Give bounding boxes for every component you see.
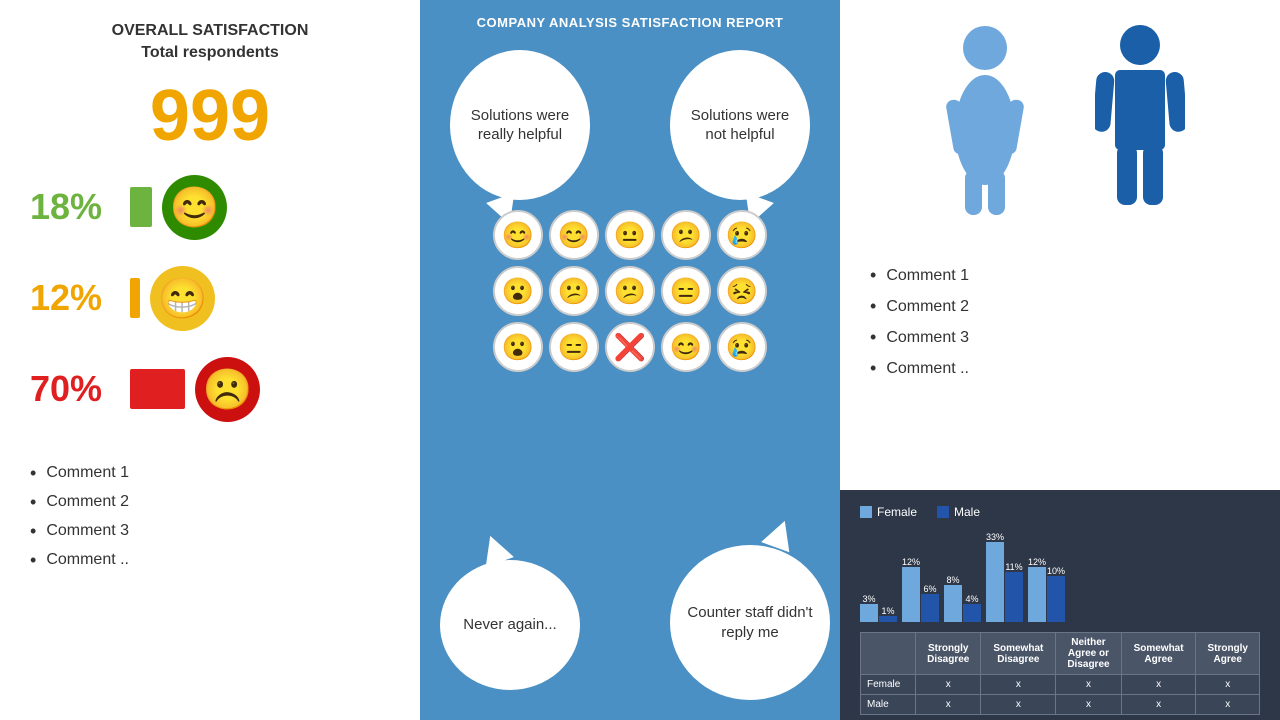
emoji-5: 😢 [717, 210, 767, 260]
bubble-bottom-left: Never again... [440, 560, 580, 690]
overall-title: OVERALL SATISFACTION Total respondents [30, 20, 390, 65]
male-swa: x [1121, 695, 1196, 715]
right-panel: • Comment 1 • Comment 2 • Comment 3 • Co… [840, 0, 1280, 720]
bar-female-2 [902, 567, 920, 622]
bar-female-5 [1028, 567, 1046, 622]
emoji-9: 😑 [661, 266, 711, 316]
bubble-top-right: Solutions were not helpful [670, 50, 810, 200]
bar-male-4 [1005, 572, 1023, 622]
middle-title: COMPANY ANALYSIS SATISFACTION REPORT [435, 15, 825, 30]
female-swa: x [1121, 675, 1196, 695]
bar-red [130, 369, 185, 409]
total-number: 999 [30, 80, 390, 152]
bar-female-1 [860, 604, 878, 622]
bar-male-1 [879, 616, 897, 622]
bar-male-5 [1047, 576, 1065, 622]
row-label-female: Female [861, 675, 916, 695]
left-comment-2: • Comment 2 [30, 492, 390, 513]
male-n: x [1056, 695, 1122, 715]
satisfaction-row-yellow: 12% 😁 [30, 266, 390, 331]
right-comment-2: • Comment 2 [870, 296, 1250, 317]
satisfaction-row-green: 18% 😊 [30, 175, 390, 240]
male-swd: x [981, 695, 1056, 715]
satisfaction-row-red: 70% ☹️ [30, 357, 390, 422]
chart-group-5: 12% 10% [1028, 557, 1065, 622]
face-happy: 😊 [162, 175, 227, 240]
emoji-4: 😕 [661, 210, 711, 260]
emoji-15: 😢 [717, 322, 767, 372]
pct-green: 18% [30, 186, 120, 228]
right-comment-3: • Comment 3 [870, 327, 1250, 348]
bubble-top-left: Solutions were really helpful [450, 50, 590, 200]
pct-yellow: 12% [30, 277, 120, 319]
bar-chart: 3% 1% 12% 6% [860, 527, 1260, 627]
emoji-13: ❌ [605, 322, 655, 372]
male-figure [1095, 20, 1185, 220]
emoji-1: 😊 [493, 210, 543, 260]
chart-section: Female Male 3% 1% [840, 490, 1280, 720]
emoji-7: 😕 [549, 266, 599, 316]
emoji-11: 😮 [493, 322, 543, 372]
male-sd: x [915, 695, 981, 715]
emoji-8: 😕 [605, 266, 655, 316]
female-sa: x [1196, 675, 1260, 695]
legend-dot-male [937, 506, 949, 518]
chart-group-1: 3% 1% [860, 594, 897, 622]
female-sd: x [915, 675, 981, 695]
bar-male-3 [963, 604, 981, 622]
table-row-male: Male x x x x x [861, 695, 1260, 715]
bar-green [130, 187, 152, 227]
emoji-3: 😐 [605, 210, 655, 260]
right-comment-1: • Comment 1 [870, 265, 1250, 286]
emoji-10: 😣 [717, 266, 767, 316]
male-icon [1095, 20, 1185, 220]
face-neutral: 😁 [150, 266, 215, 331]
female-n: x [1056, 675, 1122, 695]
col-header-empty [861, 633, 916, 675]
gender-figures [870, 20, 1250, 220]
left-comments-section: • Comment 1 • Comment 2 • Comment 3 • Co… [30, 455, 390, 579]
right-comments: • Comment 1 • Comment 2 • Comment 3 • Co… [870, 255, 1250, 389]
left-panel: OVERALL SATISFACTION Total respondents 9… [0, 0, 420, 720]
col-header-strongly-agree: StronglyAgree [1196, 633, 1260, 675]
right-top: • Comment 1 • Comment 2 • Comment 3 • Co… [840, 0, 1280, 490]
emoji-14: 😊 [661, 322, 711, 372]
female-icon [935, 20, 1035, 220]
chart-group-2: 12% 6% [902, 557, 939, 622]
chart-group-3: 8% 4% [944, 575, 981, 622]
emoji-grid: 😊 😊 😐 😕 😢 😮 😕 😕 😑 😣 😮 😑 ❌ 😊 😢 [493, 210, 767, 372]
row-label-male: Male [861, 695, 916, 715]
overall-title-text: OVERALL SATISFACTION [112, 22, 309, 39]
left-comment-3: • Comment 3 [30, 521, 390, 542]
total-respondents-label: Total respondents [141, 44, 279, 61]
pct-red: 70% [30, 368, 120, 410]
legend-male: Male [937, 505, 980, 519]
female-swd: x [981, 675, 1056, 695]
bar-yellow [130, 278, 140, 318]
female-figure [935, 20, 1035, 220]
bubble-bottom-right: Counter staff didn't reply me [670, 545, 830, 700]
bar-male-2 [921, 594, 939, 622]
chart-table: StronglyDisagree SomewhatDisagree Neithe… [860, 632, 1260, 715]
col-header-neither: NeitherAgree orDisagree [1056, 633, 1122, 675]
bar-female-3 [944, 585, 962, 622]
face-sad: ☹️ [195, 357, 260, 422]
emoji-12: 😑 [549, 322, 599, 372]
left-comment-1: • Comment 1 [30, 463, 390, 484]
legend-dot-female [860, 506, 872, 518]
col-header-strongly-disagree: StronglyDisagree [915, 633, 981, 675]
legend-female: Female [860, 505, 917, 519]
left-comment-4: • Comment .. [30, 550, 390, 571]
emoji-6: 😮 [493, 266, 543, 316]
col-header-somewhat-disagree: SomewhatDisagree [981, 633, 1056, 675]
table-row-female: Female x x x x x [861, 675, 1260, 695]
male-sa: x [1196, 695, 1260, 715]
chart-legend: Female Male [860, 505, 1260, 519]
emoji-2: 😊 [549, 210, 599, 260]
col-header-somewhat-agree: SomewhatAgree [1121, 633, 1196, 675]
bar-female-4 [986, 542, 1004, 622]
right-comment-4: • Comment .. [870, 358, 1250, 379]
middle-panel: COMPANY ANALYSIS SATISFACTION REPORT Sol… [420, 0, 840, 720]
chart-group-4: 33% 11% [986, 532, 1023, 622]
